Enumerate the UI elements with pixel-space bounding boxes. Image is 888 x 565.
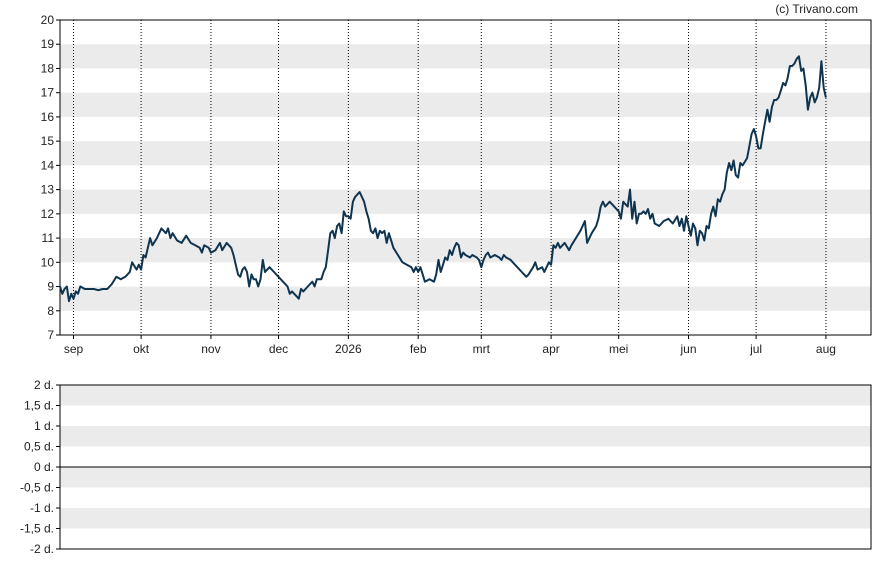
grid-band [60,92,871,117]
y-tick-label: 16 [41,110,55,124]
y-tick-label: 13 [41,183,55,197]
y-tick-label: -1 d. [30,501,54,515]
x-tick-label: okt [133,342,150,356]
grid-band [60,286,871,311]
x-tick-label: feb [410,342,427,356]
x-tick-label: aug [816,342,836,356]
y-tick-label: 12 [41,207,55,221]
x-tick-label: jul [749,342,762,356]
y-tick-label: -1,5 d. [20,522,54,536]
x-tick-label: 2026 [335,342,362,356]
y-tick-label: 17 [41,86,55,100]
y-tick-label: 7 [47,328,54,342]
y-tick-label: 1,5 d. [24,399,54,413]
x-tick-label: nov [201,342,220,356]
y-tick-label: 11 [42,231,55,245]
y-tick-label: -0,5 d. [20,481,54,495]
grid-band [60,189,871,214]
y-tick-label: 18 [41,61,55,75]
grid-band [60,385,871,406]
y-tick-label: 20 [41,13,55,27]
grid-band [60,508,871,529]
y-tick-label: 0 d. [34,460,54,474]
y-tick-label: 8 [47,304,54,318]
x-tick-label: sep [64,342,84,356]
y-tick-label: 2 d. [34,378,54,392]
x-tick-label: mei [609,342,628,356]
grid-band [60,467,871,488]
y-tick-label: 10 [41,255,55,269]
y-tick-label: -2 d. [30,542,54,556]
x-tick-label: apr [542,342,559,356]
x-tick-label: dec [269,342,288,356]
y-tick-label: 1 d. [34,419,54,433]
y-tick-label: 19 [41,37,55,51]
y-tick-label: 0,5 d. [24,440,54,454]
bottom-chart: -2 d. -1,5 d. -1 d. -0,5 d. 0 d. 0,5 d. 1 d. 1,… [20,378,872,556]
top-chart: 7 8 9 10 11 12 13 14 15 16 17 18 19 20 sep okt nov dec 20… [41,13,872,356]
y-tick-label: 9 [47,280,54,294]
grid-band [60,426,871,447]
y-tick-label: 15 [41,134,55,148]
credit-label: (c) Trivano.com [775,2,858,16]
x-tick-label: jun [680,342,697,356]
grid-band [60,44,871,69]
price-chart: (c) Trivano.com 7 8 9 10 11 12 13 14 15 16 17 18 19 2… [20,2,872,556]
x-tick-label: mrt [473,342,491,356]
y-tick-label: 14 [41,158,55,172]
